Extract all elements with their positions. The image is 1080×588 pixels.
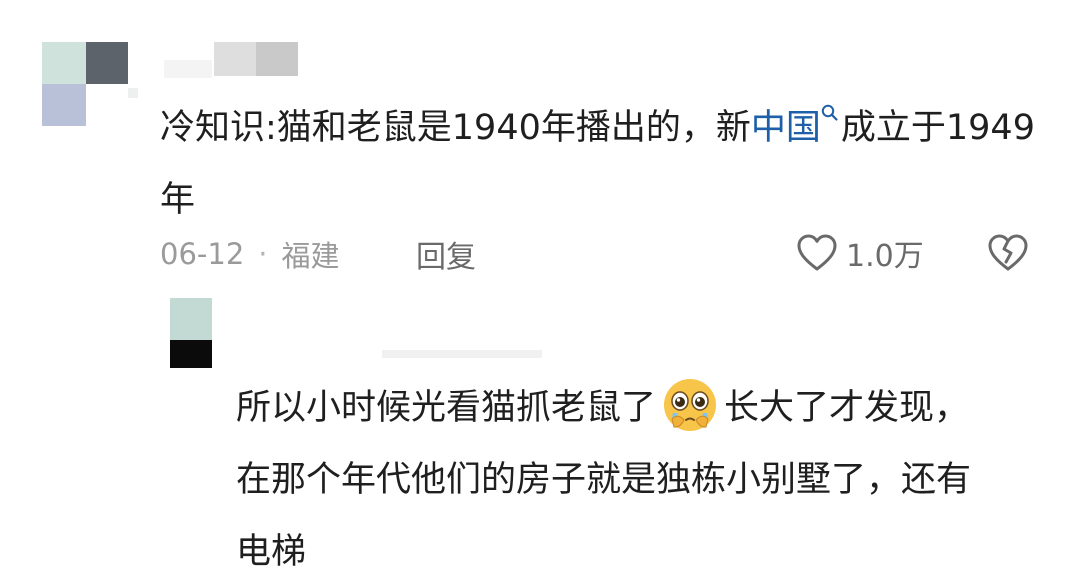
search-link[interactable]: 中国: [751, 108, 821, 148]
broken-heart-icon[interactable]: [986, 232, 1030, 274]
avatar-pixel: [42, 84, 86, 126]
like-button[interactable]: 1.0万: [796, 230, 924, 276]
username-pixel: [382, 350, 542, 358]
heart-icon: [797, 234, 837, 271]
search-icon[interactable]: [821, 104, 839, 126]
like-count: 1.0万: [846, 239, 924, 274]
reply-text: 所以小时候光看猫抓老鼠了 长大了才发现，在那个年代他们的房子就是独栋小别墅了，还…: [236, 372, 996, 588]
comment-meta: 06-12 · 福建: [160, 232, 340, 276]
meta-separator: ·: [258, 237, 268, 271]
reply-text-part: 所以小时候光看猫抓老鼠了: [236, 388, 657, 428]
comment-date: 06-12: [160, 237, 245, 271]
username-pixel: [164, 60, 212, 78]
comment-location: 福建: [281, 239, 340, 273]
avatar-pixel: [170, 340, 212, 368]
comment-text-part: 冷知识:猫和老鼠是1940年播出的，新: [160, 108, 751, 148]
username-pixel: [256, 42, 298, 76]
pleading-face-emoji-icon: [664, 379, 717, 431]
reply-button[interactable]: 回复: [416, 232, 476, 276]
username-pixel: [214, 42, 256, 76]
avatar-pixel: [86, 42, 128, 84]
avatar-pixel: [170, 298, 212, 340]
avatar-pixel: [42, 42, 86, 84]
avatar-pixel: [128, 88, 138, 98]
comment-text: 冷知识:猫和老鼠是1940年播出的，新中国 成立于1949年: [160, 92, 1050, 236]
avatar-pixel: [86, 84, 128, 126]
